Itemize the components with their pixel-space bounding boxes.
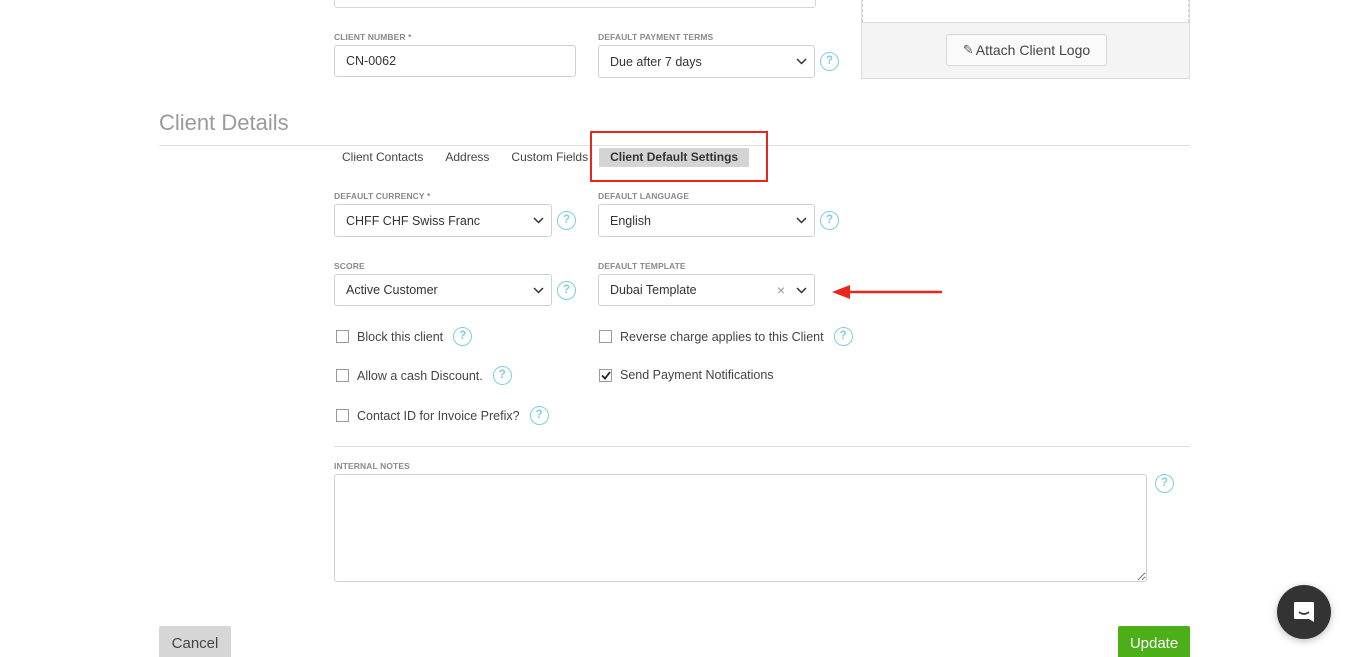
cash-discount-option: Allow a cash Discount. ? [336, 366, 512, 385]
tab-client-contacts[interactable]: Client Contacts [336, 148, 429, 167]
chevron-down-icon [788, 275, 814, 305]
help-icon[interactable]: ? [557, 281, 576, 300]
score-label: SCORE [334, 261, 365, 271]
client-name-input[interactable] [334, 0, 816, 8]
update-button[interactable]: Update [1118, 626, 1190, 657]
reverse-charge-checkbox[interactable] [599, 330, 612, 343]
reverse-charge-option: Reverse charge applies to this Client ? [599, 327, 853, 346]
payment-notifications-option: Send Payment Notifications [599, 368, 774, 382]
block-client-option: Block this client ? [336, 327, 473, 346]
template-value: Dubai Template [610, 283, 697, 297]
help-icon[interactable]: ? [1155, 474, 1174, 493]
reverse-charge-label: Reverse charge applies to this Client [620, 329, 824, 344]
chat-icon [1294, 602, 1314, 622]
checkmark-icon [600, 370, 611, 380]
notes-divider [334, 446, 1190, 447]
contact-id-prefix-checkbox[interactable] [336, 409, 349, 422]
currency-label: DEFAULT CURRENCY * [334, 191, 431, 201]
score-select[interactable]: Active Customer [334, 274, 552, 306]
payment-terms-value: Due after 7 days [610, 54, 702, 69]
chevron-down-icon [525, 275, 551, 305]
help-icon[interactable]: ? [453, 327, 473, 346]
chevron-down-icon [788, 46, 814, 77]
payment-notifications-label: Send Payment Notifications [620, 368, 774, 382]
help-icon[interactable]: ? [833, 327, 853, 346]
currency-select[interactable]: CHFF CHF Swiss Franc [334, 204, 552, 237]
language-select[interactable]: English [598, 204, 815, 237]
help-icon[interactable]: ? [820, 211, 839, 230]
contact-id-prefix-option: Contact ID for Invoice Prefix? ? [336, 406, 549, 425]
client-logo-panel: ✎ Attach Client Logo [861, 0, 1190, 79]
language-value: English [610, 213, 651, 228]
internal-notes-textarea[interactable] [334, 474, 1147, 582]
clear-icon[interactable]: × [774, 275, 788, 305]
chat-launcher-button[interactable] [1277, 585, 1331, 639]
client-number-value: CN-0062 [346, 54, 397, 68]
cash-discount-label: Allow a cash Discount. [357, 368, 483, 383]
block-client-checkbox[interactable] [336, 330, 349, 343]
annotation-arrow-icon [832, 285, 942, 299]
tab-custom-fields[interactable]: Custom Fields [505, 148, 594, 167]
chevron-down-icon [525, 205, 551, 236]
template-label: DEFAULT TEMPLATE [598, 261, 686, 271]
chevron-down-icon [788, 205, 814, 236]
language-label: DEFAULT LANGUAGE [598, 191, 690, 201]
help-icon[interactable]: ? [557, 211, 576, 230]
attach-client-logo-button[interactable]: ✎ Attach Client Logo [946, 34, 1107, 66]
client-number-label: CLIENT NUMBER * [334, 32, 412, 42]
help-icon[interactable]: ? [492, 366, 512, 385]
client-number-input[interactable]: CN-0062 [334, 45, 576, 77]
payment-terms-select[interactable]: Due after 7 days [598, 45, 815, 78]
block-client-label: Block this client [357, 329, 444, 344]
section-title: Client Details [159, 110, 289, 135]
paperclip-icon: ✎ [962, 42, 974, 57]
contact-id-prefix-label: Contact ID for Invoice Prefix? [357, 408, 520, 423]
help-icon[interactable]: ? [529, 406, 549, 425]
payment-terms-label: DEFAULT PAYMENT TERMS [598, 32, 714, 42]
attach-client-logo-label: Attach Client Logo [975, 42, 1091, 58]
internal-notes-label: INTERNAL NOTES [334, 461, 410, 471]
tab-address[interactable]: Address [439, 148, 495, 167]
logo-actions: ✎ Attach Client Logo [862, 22, 1189, 78]
help-icon[interactable]: ? [820, 52, 839, 71]
currency-value: CHFF CHF Swiss Franc [346, 213, 481, 228]
score-value: Active Customer [346, 283, 438, 297]
payment-notifications-checkbox[interactable] [599, 368, 612, 382]
logo-preview-area [862, 0, 1189, 22]
template-select[interactable]: Dubai Template × [598, 274, 815, 306]
annotation-highlight-box [590, 131, 768, 182]
cash-discount-checkbox[interactable] [336, 369, 349, 382]
cancel-button[interactable]: Cancel [159, 626, 231, 657]
